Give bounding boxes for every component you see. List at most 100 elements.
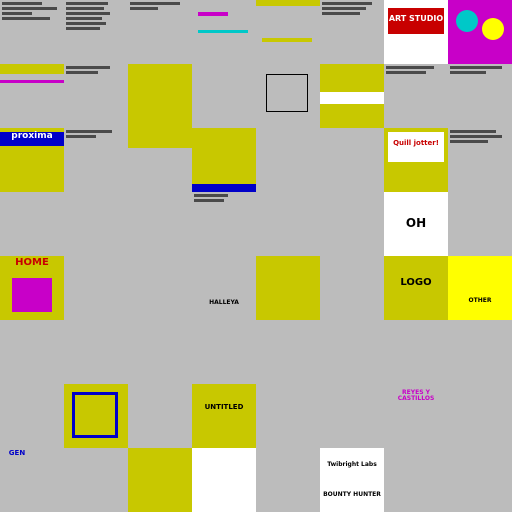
text-line	[66, 130, 112, 133]
tile-r5c6	[384, 320, 448, 384]
stripe	[192, 184, 256, 192]
tile-r1c0	[0, 64, 64, 128]
tile-r3c7	[448, 192, 512, 256]
tile-r6c4	[256, 384, 320, 448]
tile-r4c4	[256, 256, 320, 320]
text-line	[2, 7, 57, 10]
text-line	[2, 2, 42, 5]
tile-r6c2	[128, 384, 192, 448]
text-line	[66, 135, 96, 138]
tile-r1c5	[320, 64, 384, 128]
text-line	[130, 2, 180, 5]
tile-r5c7	[448, 320, 512, 384]
menu-line	[66, 22, 106, 25]
other-title: OTHER	[468, 297, 492, 304]
text-line	[450, 66, 502, 69]
tile-r4c5	[320, 256, 384, 320]
gen-title: GEN	[8, 449, 26, 457]
tile-r5c4	[256, 320, 320, 384]
bar	[262, 38, 312, 42]
bounty-title: BOUNTY HUNTER	[323, 491, 381, 498]
tile-r5c3	[192, 320, 256, 384]
art-studio-title: ART STUDIO	[388, 14, 444, 23]
tile-r4c1	[64, 256, 128, 320]
text-line	[450, 135, 502, 138]
tile-r6c1	[64, 384, 128, 448]
stripe	[256, 0, 320, 6]
circle-shape	[456, 10, 478, 32]
tile-r3c4	[256, 192, 320, 256]
oh-title: OH	[405, 216, 427, 230]
tile-r4c7: OTHER	[448, 256, 512, 320]
halley-title: HALLEYA	[209, 299, 239, 306]
tile-r7c3	[192, 448, 256, 512]
text-line	[322, 7, 366, 10]
menu-line	[66, 17, 102, 20]
tile-logo: LOGO	[384, 256, 448, 320]
tile-r5c5	[320, 320, 384, 384]
text-line	[130, 7, 158, 10]
tile-r0c3	[192, 0, 256, 64]
text-line	[386, 71, 426, 74]
text-line	[66, 71, 98, 74]
tile-r7c4	[256, 448, 320, 512]
tile-r2c7	[448, 128, 512, 192]
tile-r1c2	[128, 64, 192, 128]
tile-r0c7	[448, 0, 512, 64]
text-line	[386, 66, 434, 69]
tile-r2c2	[128, 128, 192, 192]
tile-r4c2	[128, 256, 192, 320]
tile-r6c7	[448, 384, 512, 448]
tile-r1c1	[64, 64, 128, 128]
tile-r1c4-map	[256, 64, 320, 128]
stripe	[320, 92, 384, 104]
stripe	[128, 128, 192, 148]
map-outline	[266, 74, 308, 112]
tile-r3c0	[0, 192, 64, 256]
stripe	[0, 80, 64, 83]
text-line	[450, 130, 496, 133]
tile-r7c2	[128, 448, 192, 512]
tile-r0c2	[128, 0, 192, 64]
tile-gen: GEN	[0, 448, 64, 512]
tile-r0c0	[0, 0, 64, 64]
tile-quill-jotter: Quill jotter!	[384, 128, 448, 192]
logo-title: LOGO	[400, 277, 432, 288]
stripe	[0, 64, 64, 74]
text-line	[322, 2, 372, 5]
tile-r0c1-menu	[64, 0, 128, 64]
bar	[198, 12, 228, 16]
quill-jotter-title: Quill jotter!	[393, 139, 439, 147]
tile-r2c4	[256, 128, 320, 192]
text-line	[2, 17, 50, 20]
home-title: HOME	[15, 257, 49, 268]
menu-line	[66, 27, 100, 30]
tile-r1c6	[384, 64, 448, 128]
tile-r5c1	[64, 320, 128, 384]
tile-r2c3	[192, 128, 256, 192]
text-line	[194, 194, 228, 197]
tile-r1c7	[448, 64, 512, 128]
tile-reyes: REYES Y CASTILLOS	[384, 384, 448, 448]
tile-r3c2	[128, 192, 192, 256]
tile-r7c6	[384, 448, 448, 512]
screenshot-collage-grid: ART STUDIO proxima Quill jotter! OH HOME…	[0, 0, 512, 512]
reyes-title: REYES Y CASTILLOS	[397, 389, 435, 402]
tile-r7c1	[64, 448, 128, 512]
tile-twibright: Twibright Labs BOUNTY HUNTER	[320, 448, 384, 512]
menu-line	[66, 7, 104, 10]
circle-shape	[482, 18, 504, 40]
tile-r3c5	[320, 192, 384, 256]
tile-r6c5	[320, 384, 384, 448]
tile-r5c2	[128, 320, 192, 384]
tile-r1c3	[192, 64, 256, 128]
text-line	[322, 12, 360, 15]
tile-untitled: UNTITLED	[192, 384, 256, 448]
text-line	[450, 71, 486, 74]
text-line	[194, 199, 224, 202]
tile-r3c3	[192, 192, 256, 256]
house-shape	[12, 278, 52, 312]
proxima-title: proxima	[11, 131, 53, 141]
tile-r0c4	[256, 0, 320, 64]
tile-r6c0	[0, 384, 64, 448]
